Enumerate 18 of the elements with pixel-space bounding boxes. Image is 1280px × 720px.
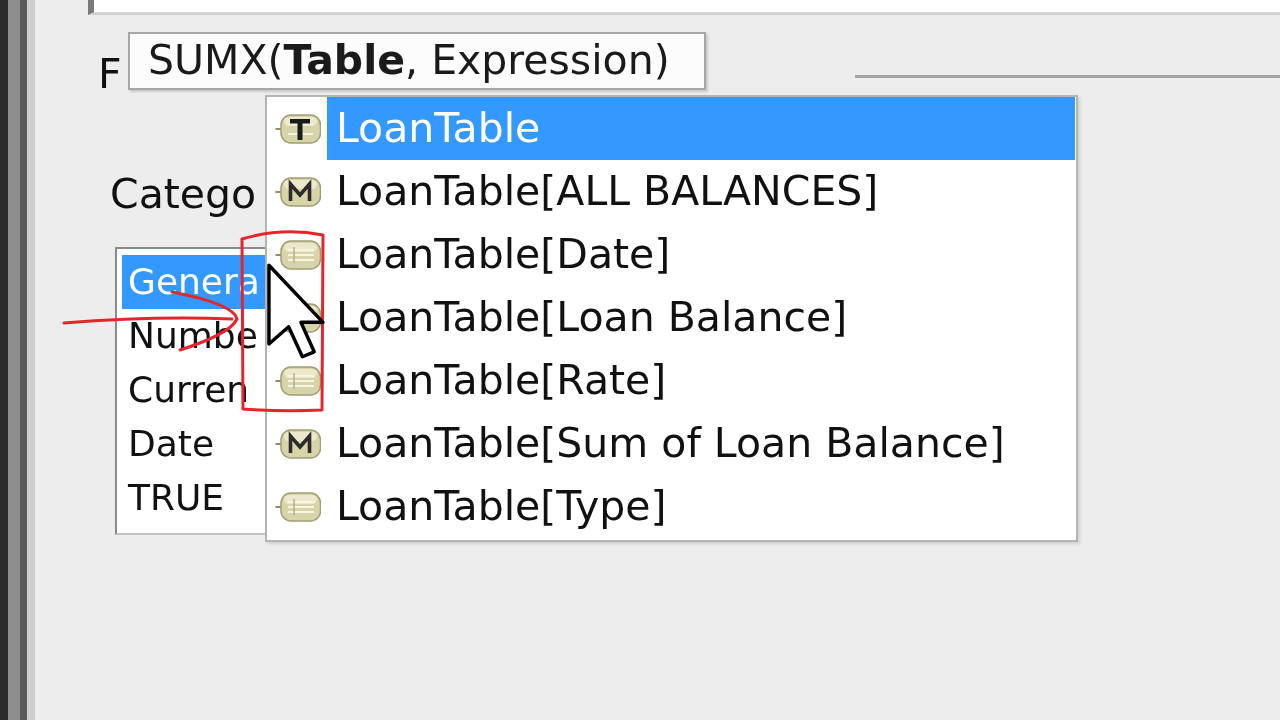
autocomplete-item[interactable]: LoanTable[Sum of Loan Balance]: [327, 412, 1075, 475]
striped-tag-icon: [275, 364, 321, 397]
letter-t-tag-icon: [275, 112, 321, 145]
formula-label: F: [98, 50, 122, 98]
autocomplete-item[interactable]: LoanTable[Type]: [327, 475, 1075, 538]
category-list-item[interactable]: TRUE: [122, 471, 267, 525]
function-tooltip: SUMX(Table, Expression): [128, 32, 706, 90]
autocomplete-item[interactable]: LoanTable[Date]: [327, 223, 1075, 286]
autocomplete-item[interactable]: LoanTable[Rate]: [327, 349, 1075, 412]
category-list-item[interactable]: Date: [122, 417, 267, 471]
formula-field[interactable]: [88, 0, 1280, 15]
autocomplete-item[interactable]: LoanTable[ALL BALANCES]: [327, 160, 1075, 223]
striped-tag-icon: [275, 238, 321, 271]
category-label: Catego: [110, 170, 257, 218]
striped-tag-icon: [275, 490, 321, 523]
letter-m-tag-icon: [275, 175, 321, 208]
autocomplete-item[interactable]: LoanTable[Loan Balance]: [327, 286, 1075, 349]
letter-m-tag-icon: [275, 427, 321, 460]
